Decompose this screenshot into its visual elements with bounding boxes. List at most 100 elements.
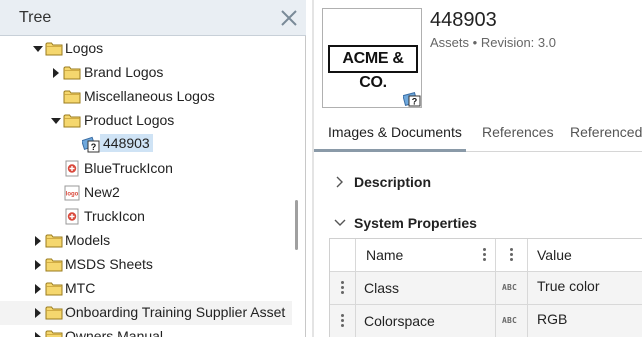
property-name-cell: Class bbox=[356, 272, 496, 305]
expanded-arrow-icon[interactable] bbox=[32, 43, 44, 55]
asset-title: 448903 bbox=[430, 9, 497, 31]
folder-icon bbox=[45, 234, 63, 248]
svg-text:?: ? bbox=[412, 97, 418, 107]
property-value: RGB bbox=[537, 311, 568, 327]
chevron-right-icon bbox=[336, 176, 343, 188]
section-description[interactable]: Description bbox=[334, 171, 634, 195]
column-name-label: Name bbox=[366, 247, 404, 263]
tree-item-label: Miscellaneous Logos bbox=[84, 88, 215, 104]
collapsed-arrow-icon[interactable] bbox=[32, 307, 44, 319]
text-type-icon: ABC bbox=[502, 316, 518, 325]
tree-item[interactable]: TruckIcon bbox=[0, 205, 292, 229]
property-value: True color bbox=[537, 278, 600, 294]
column-header-value[interactable]: Value bbox=[528, 239, 642, 272]
property-value-cell: RGB bbox=[528, 305, 642, 337]
svg-text:logo: logo bbox=[66, 192, 79, 198]
row-handle-header bbox=[330, 239, 356, 272]
tab-images-documents[interactable]: Images & Documents bbox=[328, 124, 462, 140]
tree-scrollbar[interactable] bbox=[295, 200, 298, 250]
tree-panel: Tree Logos Brand Logos Miscellaneous Logos… bbox=[0, 0, 306, 337]
tab-references[interactable]: References bbox=[482, 124, 554, 140]
row-menu-icon[interactable] bbox=[341, 281, 345, 295]
tree-item-label: BlueTruckIcon bbox=[84, 160, 173, 176]
panel-splitter[interactable] bbox=[312, 0, 314, 337]
tree-item[interactable]: Product Logos bbox=[0, 109, 292, 133]
property-value-cell: True color bbox=[528, 272, 642, 305]
collapsed-arrow-icon[interactable] bbox=[32, 235, 44, 247]
folder-icon bbox=[63, 114, 81, 128]
tree-item-label: 448903 bbox=[100, 134, 153, 152]
tree-item[interactable]: Onboarding Training Supplier Asset bbox=[0, 301, 292, 325]
tree-item-label: Logos bbox=[65, 40, 104, 56]
asset-subtitle: Assets • Revision: 3.0 bbox=[430, 35, 556, 50]
active-tab-indicator bbox=[314, 149, 466, 152]
tab-referenced[interactable]: Referenced bbox=[570, 124, 642, 140]
tree-item[interactable]: logo New2 bbox=[0, 181, 292, 205]
tree-item[interactable]: Logos bbox=[0, 37, 292, 61]
tree-item-label: TruckIcon bbox=[84, 208, 145, 224]
property-name-cell: Colorspace bbox=[356, 305, 496, 337]
acme-logo-image: ACME & CO. bbox=[328, 45, 418, 91]
column-header-type[interactable] bbox=[496, 239, 528, 272]
collapsed-arrow-icon[interactable] bbox=[50, 67, 62, 79]
collapsed-arrow-icon[interactable] bbox=[32, 283, 44, 295]
column-value-label: Value bbox=[537, 247, 572, 263]
tree-item[interactable]: Brand Logos bbox=[0, 61, 292, 85]
logo-asset-icon: logo bbox=[64, 185, 80, 201]
asset-category: Assets bbox=[430, 35, 470, 50]
tree-title: Tree bbox=[19, 9, 52, 26]
image-asset-icon bbox=[65, 208, 79, 225]
close-icon[interactable] bbox=[278, 7, 300, 29]
tree-item[interactable]: Owners Manual bbox=[0, 325, 292, 337]
detail-tabs: Images & Documents References Referenced bbox=[314, 116, 642, 152]
folder-icon bbox=[45, 330, 63, 337]
asset-thumbnail[interactable]: ACME & CO. ? bbox=[322, 8, 422, 108]
image-asset-icon bbox=[65, 160, 79, 177]
table-header-row: Name Value bbox=[330, 239, 642, 272]
property-name: Class bbox=[364, 280, 400, 296]
column-menu-icon[interactable] bbox=[483, 248, 487, 262]
collapsed-arrow-icon[interactable] bbox=[32, 259, 44, 271]
subtitle-separator: • bbox=[472, 35, 478, 50]
tree-item-label: Brand Logos bbox=[84, 64, 164, 80]
tree-item[interactable]: MTC bbox=[0, 277, 292, 301]
tree-item[interactable]: ? 448903 bbox=[0, 133, 292, 157]
tree-item[interactable]: BlueTruckIcon bbox=[0, 157, 292, 181]
section-system-properties-label: System Properties bbox=[354, 215, 477, 231]
asset-revision: Revision: 3.0 bbox=[480, 35, 556, 50]
tree-item-label: Owners Manual bbox=[65, 328, 164, 337]
tree-header: Tree bbox=[0, 0, 306, 36]
row-drag-handle[interactable] bbox=[330, 272, 356, 305]
tree-item-label: MSDS Sheets bbox=[65, 256, 153, 272]
tree-item[interactable]: Miscellaneous Logos bbox=[0, 85, 292, 109]
column-menu-icon[interactable] bbox=[510, 248, 514, 262]
svg-text:?: ? bbox=[91, 142, 97, 152]
folder-icon bbox=[45, 306, 63, 320]
folder-icon bbox=[45, 258, 63, 272]
property-type-cell: ABC bbox=[496, 272, 528, 305]
section-system-properties[interactable]: System Properties bbox=[334, 212, 634, 236]
tree-item-label: New2 bbox=[84, 184, 120, 200]
asset-type-badge-icon: ? bbox=[403, 92, 421, 107]
tree-item-label: Models bbox=[65, 232, 111, 248]
folder-icon bbox=[45, 282, 63, 296]
tree-item[interactable]: Models bbox=[0, 229, 292, 253]
tree-item-label: Product Logos bbox=[84, 112, 175, 128]
property-type-cell: ABC bbox=[496, 305, 528, 337]
collapsed-arrow-icon[interactable] bbox=[32, 331, 44, 337]
folder-icon bbox=[45, 42, 63, 56]
folder-icon bbox=[63, 66, 81, 80]
tree-item[interactable]: MSDS Sheets bbox=[0, 253, 292, 277]
tree-list: Logos Brand Logos Miscellaneous Logos Produ… bbox=[0, 36, 292, 337]
table-row[interactable]: Class ABC True color bbox=[330, 272, 642, 305]
folder-icon bbox=[63, 90, 81, 104]
expanded-arrow-icon[interactable] bbox=[50, 115, 62, 127]
table-row[interactable]: Colorspace ABC RGB bbox=[330, 305, 642, 337]
column-header-name[interactable]: Name bbox=[356, 239, 496, 272]
section-description-label: Description bbox=[354, 174, 432, 190]
row-drag-handle[interactable] bbox=[330, 305, 356, 337]
row-menu-icon[interactable] bbox=[341, 314, 345, 328]
text-type-icon: ABC bbox=[502, 283, 518, 292]
asset-icon: ? bbox=[82, 136, 100, 153]
property-name: Colorspace bbox=[364, 313, 435, 329]
